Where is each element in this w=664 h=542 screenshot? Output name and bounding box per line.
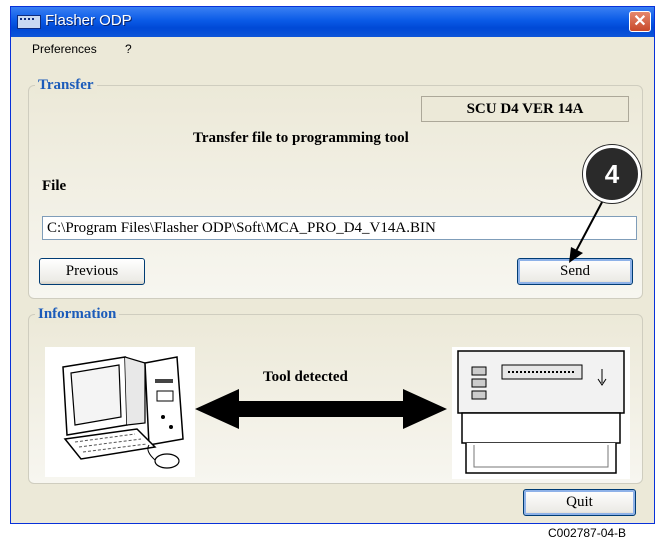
menu-preferences[interactable]: Preferences (32, 42, 97, 56)
bidirectional-arrow-icon (195, 389, 447, 429)
menu-help[interactable]: ? (125, 42, 132, 56)
transfer-group-label: Transfer (35, 77, 97, 94)
quit-button[interactable]: Quit (523, 489, 636, 516)
figure-code: C002787-04-B (548, 526, 627, 540)
information-group-label: Information (35, 306, 120, 323)
title-bar[interactable]: Flasher ODP ✕ (11, 7, 654, 37)
menu-bar: Preferences ? (11, 37, 654, 61)
previous-button[interactable]: Previous (39, 258, 145, 285)
version-box: SCU D4 VER 14A (421, 96, 629, 122)
flasher-window: Flasher ODP ✕ Preferences ? Transfer SCU… (10, 6, 655, 524)
window-title: Flasher ODP (45, 12, 132, 29)
transfer-heading: Transfer file to programming tool (193, 130, 409, 146)
computer-icon (45, 347, 195, 477)
callout-badge: 4 (583, 145, 641, 203)
programming-tool-icon (452, 347, 630, 479)
transfer-group: Transfer SCU D4 VER 14A Transfer file to… (28, 77, 643, 299)
tool-status-text: Tool detected (263, 369, 348, 385)
file-label: File (42, 178, 67, 194)
app-icon (17, 15, 41, 29)
close-button[interactable]: ✕ (629, 11, 651, 32)
file-path-field[interactable]: C:\Program Files\Flasher ODP\Soft\MCA_PR… (42, 216, 637, 240)
